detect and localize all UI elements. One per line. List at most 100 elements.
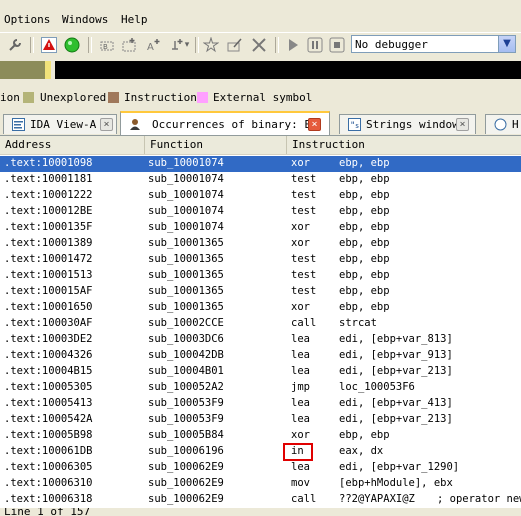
close-icon[interactable]: × bbox=[456, 118, 469, 131]
patch-icon[interactable]: B bbox=[98, 36, 116, 54]
table-row[interactable]: .text:100030AF sub_10002CCE call strcat bbox=[0, 316, 521, 332]
warning-icon[interactable] bbox=[40, 36, 58, 54]
mnemonic-cell: xor bbox=[291, 237, 310, 249]
function-cell: sub_10002CCE bbox=[148, 317, 224, 329]
column-header-function[interactable]: Function bbox=[145, 136, 287, 154]
tab-label: Occurrences of binary: ED bbox=[152, 118, 318, 131]
pause-icon[interactable] bbox=[306, 36, 324, 54]
stop-icon[interactable] bbox=[328, 36, 346, 54]
address-cell: .text:10006318 bbox=[4, 493, 93, 505]
table-row[interactable]: .text:10001389 sub_10001365 xor ebp, ebp bbox=[0, 236, 521, 252]
menu-options[interactable]: Options bbox=[4, 13, 50, 26]
mnemonic-cell: lea bbox=[291, 397, 310, 409]
tab-strings-window[interactable]: " s Strings window × bbox=[339, 114, 476, 134]
tab-occurrences-of-binary[interactable]: Occurrences of binary: ED × bbox=[120, 111, 330, 135]
mnemonic-cell: call bbox=[291, 317, 317, 329]
list-header: Address Function Instruction bbox=[0, 136, 521, 155]
debugger-select-value: No debugger bbox=[355, 38, 428, 51]
address-cell: .text:100012BE bbox=[4, 205, 93, 217]
mnemonic-cell: mov bbox=[291, 477, 310, 489]
operands-cell: strcat bbox=[339, 317, 377, 329]
function-cell: sub_10004B01 bbox=[148, 365, 224, 377]
mnemonic-cell: xor bbox=[291, 301, 310, 313]
address-cell: .text:10005305 bbox=[4, 381, 93, 393]
table-row[interactable]: .text:1000542A sub_100053F9 lea edi, [ebp+v… bbox=[0, 412, 521, 428]
table-row[interactable]: .text:10004326 sub_100042DB lea edi, [ebp+v… bbox=[0, 348, 521, 364]
chevron-down-icon[interactable]: ▾ bbox=[182, 36, 192, 54]
operands-cell: edi, [ebp+var_213] bbox=[339, 413, 453, 425]
mnemonic-cell: lea bbox=[291, 333, 310, 345]
tab-label: IDA View-A bbox=[30, 118, 97, 131]
table-row[interactable]: .text:10006305 sub_100062E9 lea edi, [ebp+v… bbox=[0, 460, 521, 476]
ida-view-icon bbox=[12, 118, 25, 131]
mnemonic-cell: test bbox=[291, 253, 317, 265]
address-cell: .text:10004B15 bbox=[4, 365, 93, 377]
menu-windows[interactable]: Windows bbox=[62, 13, 108, 26]
close-icon[interactable] bbox=[250, 36, 268, 54]
table-row[interactable]: .text:10006310 sub_100062E9 mov [ebp+hModul… bbox=[0, 476, 521, 492]
table-row[interactable]: .text:100061DB sub_10006196 in eax, dx bbox=[0, 444, 521, 460]
operands-cell: ebp, ebp bbox=[339, 285, 390, 297]
occurrences-list[interactable]: Address Function Instruction .text:10001… bbox=[0, 136, 521, 508]
table-row[interactable]: .text:10001222 sub_10001074 test ebp, ebp bbox=[0, 188, 521, 204]
function-cell: sub_10001074 bbox=[148, 157, 224, 169]
run-green-icon[interactable] bbox=[63, 36, 81, 54]
table-row[interactable]: .text:10005413 sub_100053F9 lea edi, [ebp+v… bbox=[0, 396, 521, 412]
address-cell: .text:10004326 bbox=[4, 349, 93, 361]
address-cell: .text:1000135F bbox=[4, 221, 93, 233]
column-header-address[interactable]: Address bbox=[0, 136, 145, 154]
edit-icon[interactable] bbox=[226, 36, 244, 54]
wrench-icon[interactable] bbox=[6, 36, 24, 54]
tab-hex-view[interactable]: H bbox=[485, 114, 521, 134]
table-row[interactable]: .text:100012BE sub_10001074 test ebp, ebp bbox=[0, 204, 521, 220]
tab-ida-view-a[interactable]: IDA View-A × bbox=[3, 114, 117, 134]
table-row[interactable]: .text:100015AF sub_10001365 test ebp, ebp bbox=[0, 284, 521, 300]
operands-cell: edi, [ebp+var_413] bbox=[339, 397, 453, 409]
function-cell: sub_100062E9 bbox=[148, 477, 224, 489]
address-cell: .text:10001098 bbox=[4, 157, 93, 169]
function-cell: sub_10001365 bbox=[148, 253, 224, 265]
navigation-band[interactable] bbox=[0, 60, 521, 80]
function-cell: sub_100053F9 bbox=[148, 397, 224, 409]
address-cell: .text:10001650 bbox=[4, 301, 93, 313]
table-row[interactable]: .text:10001513 sub_10001365 test ebp, ebp bbox=[0, 268, 521, 284]
status-text: Line 1 of 157 bbox=[4, 508, 91, 516]
add-icon[interactable]: A bbox=[144, 36, 162, 54]
column-header-instruction[interactable]: Instruction bbox=[287, 136, 521, 154]
table-row[interactable]: .text:10001098 sub_10001074 xor ebp, ebp bbox=[0, 156, 521, 172]
close-icon[interactable]: × bbox=[308, 118, 321, 131]
mnemonic-cell: xor bbox=[291, 429, 310, 441]
debugger-select[interactable]: No debugger ▼ bbox=[351, 35, 516, 53]
table-row[interactable]: .text:10001181 sub_10001074 test ebp, ebp bbox=[0, 172, 521, 188]
table-row[interactable]: .text:10003DE2 sub_10003DC6 lea edi, [ebp+v… bbox=[0, 332, 521, 348]
operands-cell: edi, [ebp+var_1290] bbox=[339, 461, 460, 473]
svg-text:B: B bbox=[103, 43, 108, 51]
menu-help[interactable]: Help bbox=[121, 13, 148, 26]
table-row[interactable]: .text:10005B98 sub_10005B84 xor ebp, ebp bbox=[0, 428, 521, 444]
operands-cell: ebp, ebp bbox=[339, 253, 390, 265]
table-row[interactable]: .text:10006318 sub_100062E9 call ??2@YAPAXI… bbox=[0, 492, 521, 508]
legend-item-unexplored: Unexplored bbox=[40, 91, 107, 104]
table-row[interactable]: .text:10001650 sub_10001365 xor ebp, ebp bbox=[0, 300, 521, 316]
star-icon[interactable] bbox=[202, 36, 220, 54]
add-icon[interactable] bbox=[120, 36, 138, 54]
play-icon[interactable] bbox=[284, 36, 302, 54]
function-cell: sub_100052A2 bbox=[148, 381, 224, 393]
operands-cell: ebp, ebp bbox=[339, 301, 390, 313]
address-cell: .text:10003DE2 bbox=[4, 333, 93, 345]
function-cell: sub_10001074 bbox=[148, 189, 224, 201]
mnemonic-cell: test bbox=[291, 269, 317, 281]
legend-item: ion bbox=[0, 91, 20, 104]
mnemonic-cell: xor bbox=[291, 221, 310, 233]
table-row[interactable]: .text:10001472 sub_10001365 test ebp, ebp bbox=[0, 252, 521, 268]
mnemonic-cell: test bbox=[291, 189, 317, 201]
address-cell: .text:100030AF bbox=[4, 317, 93, 329]
function-cell: sub_10001365 bbox=[148, 237, 224, 249]
mnemonic-cell: test bbox=[291, 285, 317, 297]
table-row[interactable]: .text:10005305 sub_100052A2 jmp loc_100053F… bbox=[0, 380, 521, 396]
close-icon[interactable]: × bbox=[100, 118, 113, 131]
table-row[interactable]: .text:10004B15 sub_10004B01 lea edi, [ebp+v… bbox=[0, 364, 521, 380]
table-row[interactable]: .text:1000135F sub_10001074 xor ebp, ebp bbox=[0, 220, 521, 236]
address-cell: .text:100015AF bbox=[4, 285, 93, 297]
chevron-down-icon[interactable]: ▼ bbox=[498, 36, 515, 52]
